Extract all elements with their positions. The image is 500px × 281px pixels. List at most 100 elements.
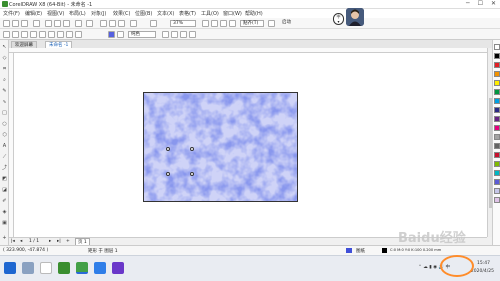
fountain-fill-icon[interactable] — [30, 31, 37, 38]
pattern-filled-rectangle[interactable] — [143, 92, 298, 202]
menu-tools[interactable]: 工具(O) — [201, 10, 219, 17]
fill-color-swatch[interactable] — [108, 31, 115, 38]
fill-picker-icon[interactable] — [117, 31, 124, 38]
fill-type-none-icon[interactable] — [12, 31, 19, 38]
last-page-icon[interactable]: ▸| — [57, 239, 61, 244]
artistic-media-icon[interactable]: ∿ — [1, 99, 8, 106]
palette-swatch[interactable] — [494, 71, 500, 77]
redo-icon[interactable] — [86, 20, 93, 27]
palette-swatch[interactable] — [494, 179, 500, 185]
palette-swatch[interactable] — [494, 152, 500, 158]
menu-effects[interactable]: 效果(C) — [113, 10, 130, 17]
pick-tool-icon[interactable]: ↖ — [1, 44, 8, 51]
menu-bitmaps[interactable]: 位图(B) — [135, 10, 152, 17]
palette-swatch[interactable] — [494, 143, 500, 149]
text-tool-icon[interactable]: A — [1, 143, 8, 150]
search-content-icon[interactable] — [100, 20, 107, 27]
browser-icon[interactable] — [94, 262, 106, 274]
print-icon[interactable] — [33, 20, 40, 27]
rectangle-tool-icon[interactable]: □ — [1, 110, 8, 117]
object-position-icon[interactable] — [3, 31, 10, 38]
crop-tool-icon[interactable]: ⌗ — [1, 66, 8, 73]
menu-text[interactable]: 文本(X) — [157, 10, 174, 17]
add-tool-icon[interactable]: + — [1, 235, 8, 242]
palette-swatch[interactable] — [494, 134, 500, 140]
fill-corner-handle[interactable] — [190, 172, 194, 176]
drop-shadow-icon[interactable]: ◩ — [1, 176, 8, 183]
tab-document[interactable]: 未命名 -1 — [45, 41, 73, 48]
palette-swatch[interactable] — [494, 62, 500, 68]
fill-height-handle[interactable] — [166, 172, 170, 176]
open-icon[interactable] — [12, 20, 19, 27]
rulers-icon[interactable] — [211, 20, 218, 27]
zoom-level-select[interactable]: 37% — [170, 20, 196, 27]
freehand-tool-icon[interactable]: ✎ — [1, 88, 8, 95]
vector-pattern-icon[interactable] — [39, 31, 46, 38]
task-view-icon[interactable] — [22, 262, 34, 274]
search-icon[interactable] — [40, 262, 52, 274]
wechat-icon[interactable] — [76, 262, 88, 274]
media-app-icon[interactable] — [112, 262, 124, 274]
start-windows-icon[interactable] — [4, 262, 16, 274]
palette-swatch[interactable] — [494, 80, 500, 86]
paste-icon[interactable] — [63, 20, 70, 27]
first-page-icon[interactable]: |◂ — [11, 239, 15, 244]
menu-layout[interactable]: 布局(L) — [69, 10, 86, 17]
next-page-icon[interactable]: ▸ — [49, 239, 51, 244]
ellipse-tool-icon[interactable]: ○ — [1, 121, 8, 128]
new-document-icon[interactable] — [3, 20, 10, 27]
fill-style-select[interactable]: 纯色 — [128, 31, 156, 38]
menu-help[interactable]: 帮助(H) — [245, 10, 263, 17]
texture-fill-icon[interactable] — [66, 31, 73, 38]
app-launcher-icon[interactable] — [150, 20, 157, 27]
menu-table[interactable]: 表格(T) — [179, 10, 196, 17]
add-page-icon[interactable]: + — [66, 239, 70, 244]
menu-window[interactable]: 窗口(W) — [223, 10, 242, 17]
transparency-tool-icon[interactable]: ◪ — [1, 187, 8, 194]
parallel-dimension-icon[interactable]: ⟋ — [1, 154, 8, 161]
palette-swatch[interactable] — [494, 107, 500, 113]
menu-object[interactable]: 对象(J) — [91, 10, 106, 17]
minimize-icon[interactable]: ─ — [466, 0, 470, 9]
import-icon[interactable] — [109, 20, 116, 27]
cut-icon[interactable] — [45, 20, 52, 27]
palette-swatch[interactable] — [494, 125, 500, 131]
transform-with-object-icon[interactable] — [189, 31, 196, 38]
palette-swatch[interactable] — [494, 161, 500, 167]
guidelines-icon[interactable] — [229, 20, 236, 27]
undo-icon[interactable] — [75, 20, 82, 27]
fill-width-handle[interactable] — [190, 147, 194, 151]
copy-fill-icon[interactable] — [171, 31, 178, 38]
shape-tool-icon[interactable]: ◇ — [1, 55, 8, 62]
full-screen-icon[interactable] — [202, 20, 209, 27]
two-color-pattern-icon[interactable] — [57, 31, 64, 38]
fill-origin-handle[interactable] — [166, 147, 170, 151]
save-icon[interactable] — [21, 20, 28, 27]
palette-swatch[interactable] — [494, 170, 500, 176]
palette-swatch[interactable] — [494, 188, 500, 194]
palette-swatch[interactable] — [494, 89, 500, 95]
close-icon[interactable]: ✕ — [491, 0, 496, 9]
coreldraw-taskbar-icon[interactable] — [58, 262, 70, 274]
palette-swatch[interactable] — [494, 44, 500, 50]
bitmap-pattern-icon[interactable] — [48, 31, 55, 38]
polygon-tool-icon[interactable]: ⬡ — [1, 132, 8, 139]
grid-icon[interactable] — [220, 20, 227, 27]
connector-tool-icon[interactable]: ⤴ — [1, 165, 8, 172]
publish-pdf-icon[interactable] — [130, 20, 137, 27]
edit-fill-icon[interactable] — [162, 31, 169, 38]
copy-icon[interactable] — [54, 20, 61, 27]
postscript-fill-icon[interactable] — [75, 31, 82, 38]
interactive-fill-icon[interactable]: ◈ — [1, 209, 8, 216]
menu-view[interactable]: 视图(V) — [47, 10, 64, 17]
menu-file[interactable]: 文件(F) — [3, 10, 20, 17]
menu-edit[interactable]: 编辑(E) — [25, 10, 42, 17]
tab-welcome[interactable]: 欢迎屏幕 — [11, 41, 37, 48]
options-gear-icon[interactable] — [268, 20, 275, 27]
palette-swatch[interactable] — [494, 98, 500, 104]
uniform-fill-icon[interactable] — [21, 31, 28, 38]
maximize-icon[interactable]: ☐ — [478, 0, 483, 9]
ime-badge[interactable]: 中 ▾ — [333, 13, 344, 25]
palette-swatch[interactable] — [494, 116, 500, 122]
clock-date[interactable]: 2020/4/25 — [471, 269, 494, 274]
